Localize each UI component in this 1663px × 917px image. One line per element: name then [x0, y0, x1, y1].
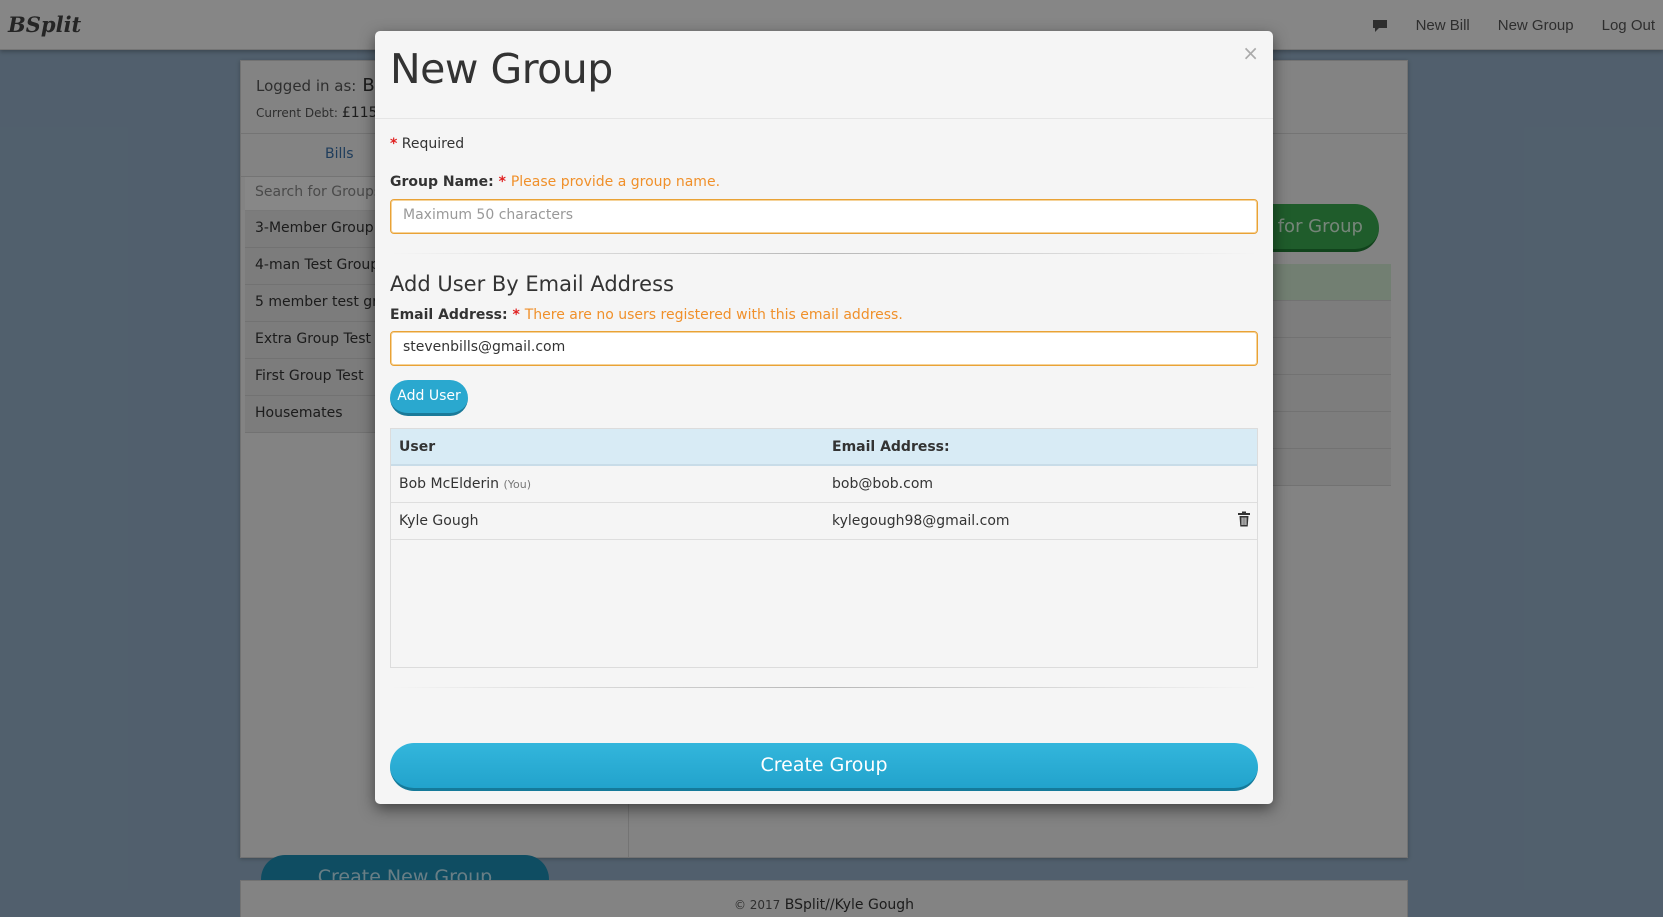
divider: [390, 687, 1258, 688]
required-label: Required: [401, 136, 465, 152]
email-label: Email Address: * There are no users regi…: [390, 307, 903, 323]
member-email: bob@bob.com: [832, 476, 934, 492]
group-name-input[interactable]: Maximum 50 characters: [390, 199, 1258, 234]
email-error: There are no users registered with this …: [524, 307, 903, 323]
header-email: Email Address:: [832, 439, 950, 455]
modal-header: New Group ×: [375, 31, 1273, 119]
group-name-label-text: Group Name:: [390, 174, 494, 190]
add-user-button[interactable]: Add User: [390, 380, 468, 416]
group-members-table: User Email Address: Bob McElderin (You) …: [390, 428, 1258, 668]
table-row: Bob McElderin (You) bob@bob.com: [391, 466, 1257, 503]
required-star: *: [512, 307, 520, 323]
email-input[interactable]: stevenbills@gmail.com: [390, 331, 1258, 366]
group-name-error: Please provide a group name.: [510, 174, 721, 190]
you-tag: (You): [503, 478, 532, 491]
table-row: Kyle Gough kylegough98@gmail.com: [391, 503, 1257, 540]
member-name: Bob McElderin (You): [399, 476, 531, 492]
email-label-text: Email Address:: [390, 307, 508, 323]
add-user-heading: Add User By Email Address: [390, 272, 674, 296]
trash-icon[interactable]: [1237, 511, 1251, 527]
member-name-text: Bob McElderin: [399, 476, 500, 492]
modal-title: New Group: [390, 45, 613, 93]
member-name: Kyle Gough: [399, 513, 479, 529]
table-header: User Email Address:: [391, 429, 1257, 466]
member-email: kylegough98@gmail.com: [832, 513, 1010, 529]
required-star: *: [390, 136, 398, 152]
required-note: * Required: [390, 136, 464, 152]
group-name-label: Group Name: * Please provide a group nam…: [390, 174, 720, 190]
header-user: User: [399, 439, 436, 455]
new-group-modal: New Group × * Required Group Name: * Ple…: [375, 31, 1273, 804]
required-star: *: [498, 174, 506, 190]
divider: [390, 253, 1258, 254]
close-icon[interactable]: ×: [1242, 43, 1259, 63]
create-group-button[interactable]: Create Group: [390, 743, 1258, 791]
